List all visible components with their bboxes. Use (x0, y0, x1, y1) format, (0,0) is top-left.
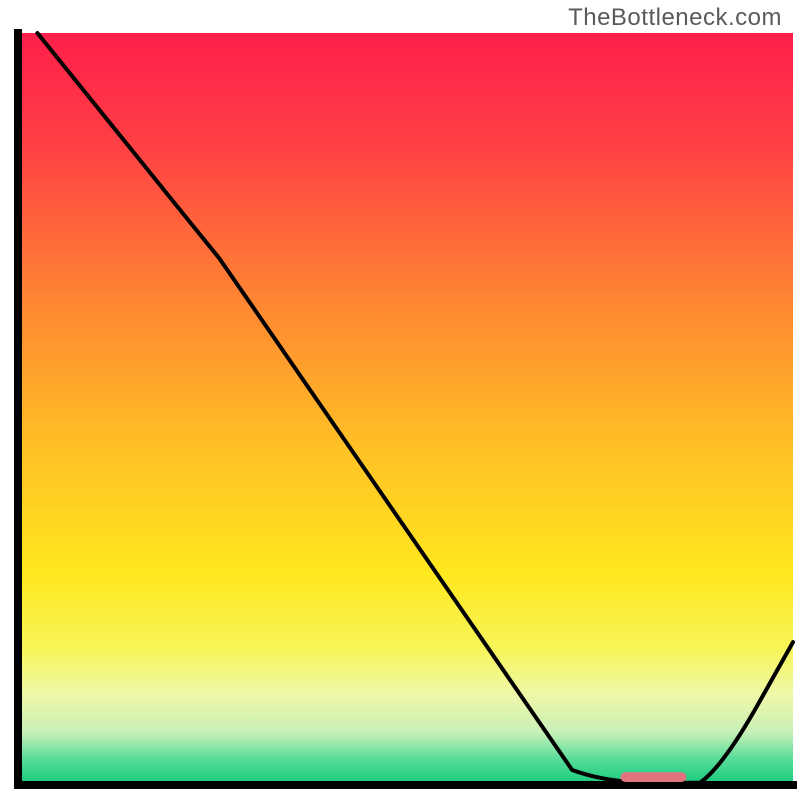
optimum-marker (621, 772, 687, 782)
bottleneck-chart (0, 0, 800, 800)
watermark-text: TheBottleneck.com (568, 4, 782, 32)
plot-background (18, 33, 793, 785)
